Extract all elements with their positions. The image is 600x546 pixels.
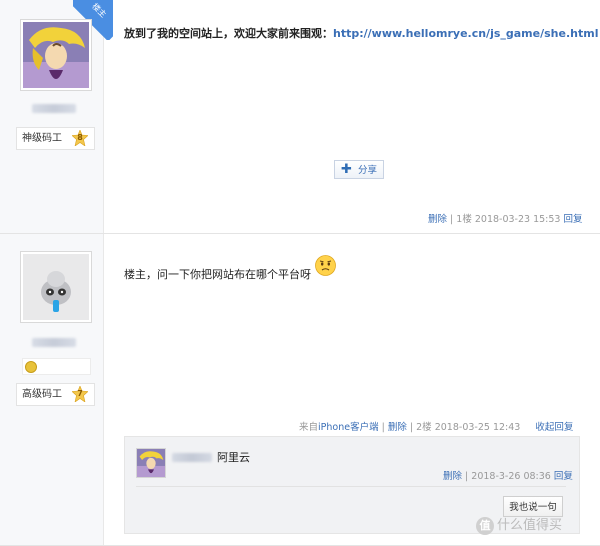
post-meta: 删除 | 1楼 2018-03-23 15:53 回复 bbox=[428, 211, 583, 225]
post-meta: 来自iPhone客户端 | 删除 | 2楼 2018-03-25 12:43 收… bbox=[299, 419, 573, 433]
reply-link[interactable]: 回复 bbox=[564, 214, 583, 225]
source-client-link[interactable]: iPhone客户端 bbox=[318, 422, 379, 433]
post-content: 放到了我的空间站上，欢迎大家前来围观：http://www.hellomrye.… bbox=[124, 25, 598, 41]
post-date: 2018-03-23 15:53 bbox=[474, 214, 561, 225]
reply-username-blurred[interactable] bbox=[172, 453, 212, 462]
rank-badge: 高级码工 7 bbox=[16, 383, 95, 406]
collapse-reply-link[interactable]: 收起回复 bbox=[535, 422, 573, 433]
floor-number: 1楼 bbox=[456, 214, 472, 225]
post-content-text: 放到了我的空间站上，欢迎大家前来围观： bbox=[124, 27, 333, 40]
site-watermark: 值什么值得买 bbox=[476, 514, 562, 535]
avatar-image bbox=[23, 22, 89, 88]
post-content-text: 楼主，问一下你把网站布在哪个平台呀 bbox=[124, 268, 311, 281]
post-date: 2018-03-25 12:43 bbox=[434, 422, 521, 433]
rank-badge: 神级码工 8 bbox=[16, 127, 95, 150]
floor-number: 2楼 bbox=[416, 422, 432, 433]
rank-label: 高级码工 bbox=[22, 389, 62, 400]
share-button[interactable]: ✚ 分享 bbox=[334, 160, 384, 179]
separator: | bbox=[381, 422, 385, 433]
medal-icon bbox=[25, 361, 37, 373]
watermark-text: 什么值得买 bbox=[497, 518, 563, 533]
watermark-logo-icon: 值 bbox=[476, 516, 494, 535]
separator: | bbox=[465, 471, 469, 482]
delete-link[interactable]: 删除 bbox=[428, 214, 447, 225]
avatar-image bbox=[137, 449, 165, 477]
rank-label: 神级码工 bbox=[22, 133, 62, 144]
separator: | bbox=[450, 214, 454, 225]
reply-avatar[interactable] bbox=[136, 448, 166, 478]
sub-reply-date: 2018-3-26 08:36 bbox=[471, 471, 551, 482]
delete-link[interactable]: 删除 bbox=[443, 471, 462, 482]
post-link[interactable]: http://www.hellomrye.cn/js_game/she.html bbox=[333, 27, 598, 40]
share-label: 分享 bbox=[358, 165, 378, 176]
separator: | bbox=[409, 422, 414, 433]
username-blurred[interactable] bbox=[32, 338, 76, 347]
username-blurred[interactable] bbox=[32, 104, 76, 113]
reply-link[interactable]: 回复 bbox=[554, 471, 573, 482]
sub-reply-text: 阿里云 bbox=[217, 451, 250, 464]
avatar-image bbox=[23, 254, 89, 320]
reply-divider bbox=[136, 486, 566, 487]
source-prefix: 来自 bbox=[299, 422, 319, 433]
sub-reply-meta: 删除 | 2018-3-26 08:36 回复 bbox=[443, 468, 573, 482]
medal-row bbox=[22, 358, 91, 375]
avatar[interactable] bbox=[20, 19, 92, 91]
rank-level: 7 bbox=[77, 389, 83, 398]
avatar[interactable] bbox=[20, 251, 92, 323]
delete-link[interactable]: 删除 bbox=[388, 422, 407, 433]
plus-icon: ✚ bbox=[341, 162, 352, 177]
rank-level: 8 bbox=[77, 133, 83, 142]
post-content: 楼主，问一下你把网站布在哪个平台呀 bbox=[124, 266, 311, 282]
worried-face-emoji-icon bbox=[315, 255, 336, 276]
